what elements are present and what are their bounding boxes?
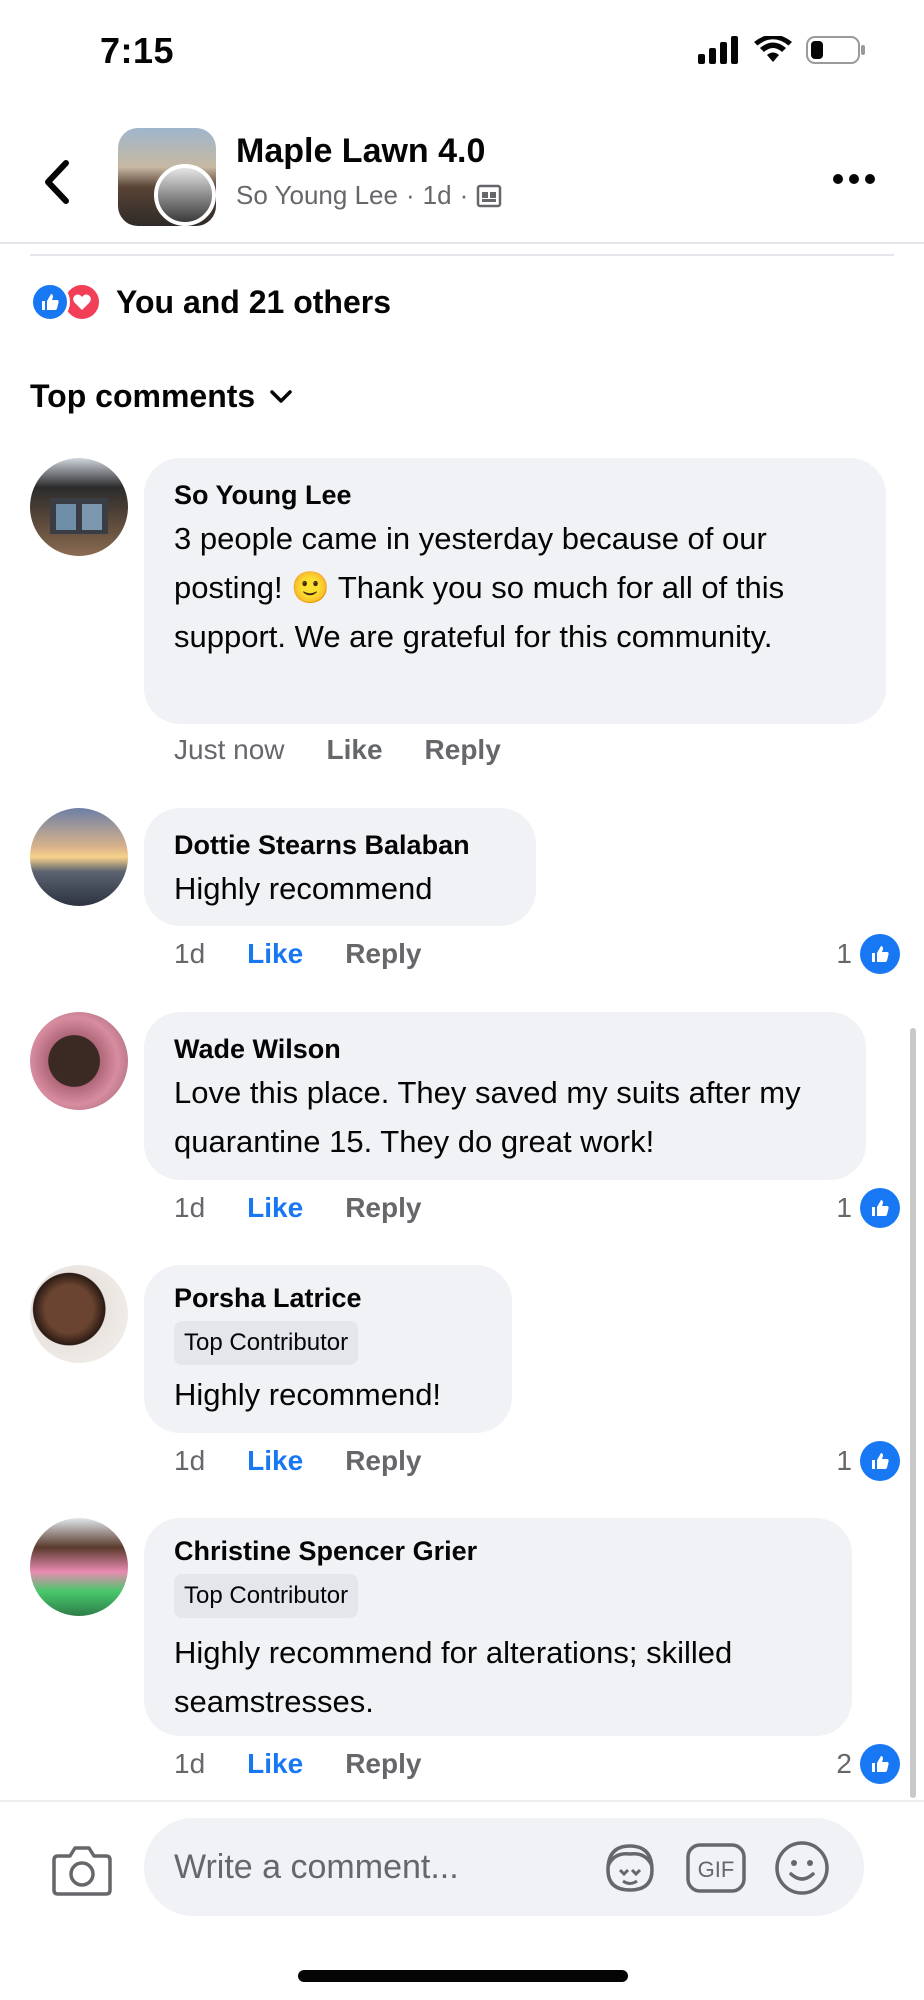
emoji-icon [775,1841,829,1895]
divider [30,254,894,256]
comment-text: 3 people came in yesterday because of ou… [174,521,785,654]
comment-item: Dottie Stearns Balaban Highly recommend … [30,808,900,988]
comment-bubble[interactable]: Porsha Latrice Top Contributor Highly re… [144,1265,512,1433]
comment-actions: 1d Like Reply [174,1748,421,1780]
avatar[interactable] [30,1012,128,1110]
comment-time: 1d [174,1748,206,1779]
post-meta: So Young Lee · 1d · [236,180,502,211]
home-indicator[interactable] [298,1970,628,1982]
avatar[interactable] [30,1518,128,1616]
meta-separator: · [459,180,469,210]
avatar-sticker-icon [606,1844,654,1892]
like-count[interactable]: 2 [836,1744,900,1784]
comment-text: Highly recommend for alterations; skille… [174,1635,733,1719]
chevron-down-icon [270,389,292,403]
camera-icon [52,1846,112,1896]
comment-author[interactable]: Christine Spencer Grier [174,1532,822,1570]
reactions-summary-text: You and 21 others [116,283,392,320]
meta-separator: · [405,180,415,210]
like-button[interactable]: Like [327,734,383,766]
like-reaction-icon [860,934,900,974]
wifi-icon [754,36,792,62]
comment-bubble[interactable]: Dottie Stearns Balaban Highly recommend [144,808,536,926]
gif-icon: GIF [686,1843,746,1893]
like-count[interactable]: 1 [836,934,900,974]
like-button[interactable]: Like [247,1192,303,1224]
comment-time: 1d [174,938,206,969]
reply-button[interactable]: Reply [345,1748,421,1780]
battery-icon [806,36,865,64]
author-avatar [154,164,216,226]
composer-icons: GIF [600,1838,832,1898]
status-bar: 7:15 [0,0,924,100]
comment-time: Just now [174,734,285,765]
like-reaction-icon [30,282,70,322]
comment-author[interactable]: So Young Lee [174,476,856,514]
like-count[interactable]: 1 [836,1441,900,1481]
comment-bubble[interactable]: Christine Spencer Grier Top Contributor … [144,1518,852,1736]
top-contributor-badge: Top Contributor [174,1321,359,1365]
comment-author[interactable]: Dottie Stearns Balaban [174,826,506,864]
comment-sort-dropdown[interactable]: Top comments [30,378,293,415]
status-time: 7:15 [100,30,175,71]
avatar[interactable] [30,808,128,906]
reply-button[interactable]: Reply [345,1445,421,1477]
like-count-number: 1 [836,1192,852,1223]
like-count[interactable]: 1 [836,1188,900,1228]
gif-button[interactable]: GIF [686,1838,746,1898]
reactions-summary[interactable]: You and 21 others [30,282,391,322]
comment-item: Christine Spencer Grier Top Contributor … [30,1518,900,1798]
camera-button[interactable] [52,1842,112,1898]
comment-actions: 1d Like Reply [174,1445,421,1477]
group-title[interactable]: Maple Lawn 4.0 [236,132,485,171]
group-privacy-icon [476,184,502,207]
comment-item: So Young Lee 3 people came in yesterday … [30,458,900,778]
scrollbar[interactable] [910,1028,916,1798]
comment-author[interactable]: Wade Wilson [174,1030,836,1068]
back-chevron-icon [45,160,69,204]
group-avatar[interactable] [118,128,216,226]
like-count-number: 1 [836,938,852,969]
smile-emoji: 🙂 [291,570,330,605]
back-button[interactable] [36,152,76,212]
avatar-sticker-button[interactable] [600,1838,660,1898]
more-button[interactable] [826,164,882,194]
like-reaction-icon [860,1744,900,1784]
comment-actions: 1d Like Reply [174,1192,421,1224]
comment-actions: Just now Like Reply [174,734,501,766]
reply-button[interactable]: Reply [345,938,421,970]
like-button[interactable]: Like [247,1445,303,1477]
like-count-number: 1 [836,1445,852,1476]
post-age: 1d [422,180,452,210]
comment-time: 1d [174,1192,206,1223]
comment-text: Highly recommend! [174,1377,442,1412]
comment-actions: 1d Like Reply [174,938,421,970]
comment-item: Wade Wilson Love this place. They saved … [30,1012,900,1242]
like-button[interactable]: Like [247,938,303,970]
reply-button[interactable]: Reply [345,1192,421,1224]
svg-text:GIF: GIF [698,1857,735,1882]
comment-item: Porsha Latrice Top Contributor Highly re… [30,1265,900,1495]
comment-sort-label: Top comments [30,378,256,414]
more-icon [833,174,843,184]
comment-author[interactable]: Porsha Latrice [174,1279,482,1317]
reply-button[interactable]: Reply [425,734,501,766]
top-contributor-badge: Top Contributor [174,1574,359,1618]
avatar[interactable] [30,1265,128,1363]
comment-time: 1d [174,1445,206,1476]
like-button[interactable]: Like [247,1748,303,1780]
like-count-number: 2 [836,1748,852,1779]
like-reaction-icon [860,1188,900,1228]
comment-bubble[interactable]: Wade Wilson Love this place. They saved … [144,1012,866,1180]
comment-bubble[interactable]: So Young Lee 3 people came in yesterday … [144,458,886,724]
comment-text: Highly recommend [174,871,433,906]
status-icons [698,36,866,64]
post-author[interactable]: So Young Lee [236,180,398,211]
post-header: Maple Lawn 4.0 So Young Lee · 1d · [0,112,924,244]
avatar[interactable] [30,458,128,556]
like-reaction-icon [860,1441,900,1481]
emoji-button[interactable] [772,1838,832,1898]
comment-text: Love this place. They saved my suits aft… [174,1075,801,1159]
signal-icon [698,36,738,64]
